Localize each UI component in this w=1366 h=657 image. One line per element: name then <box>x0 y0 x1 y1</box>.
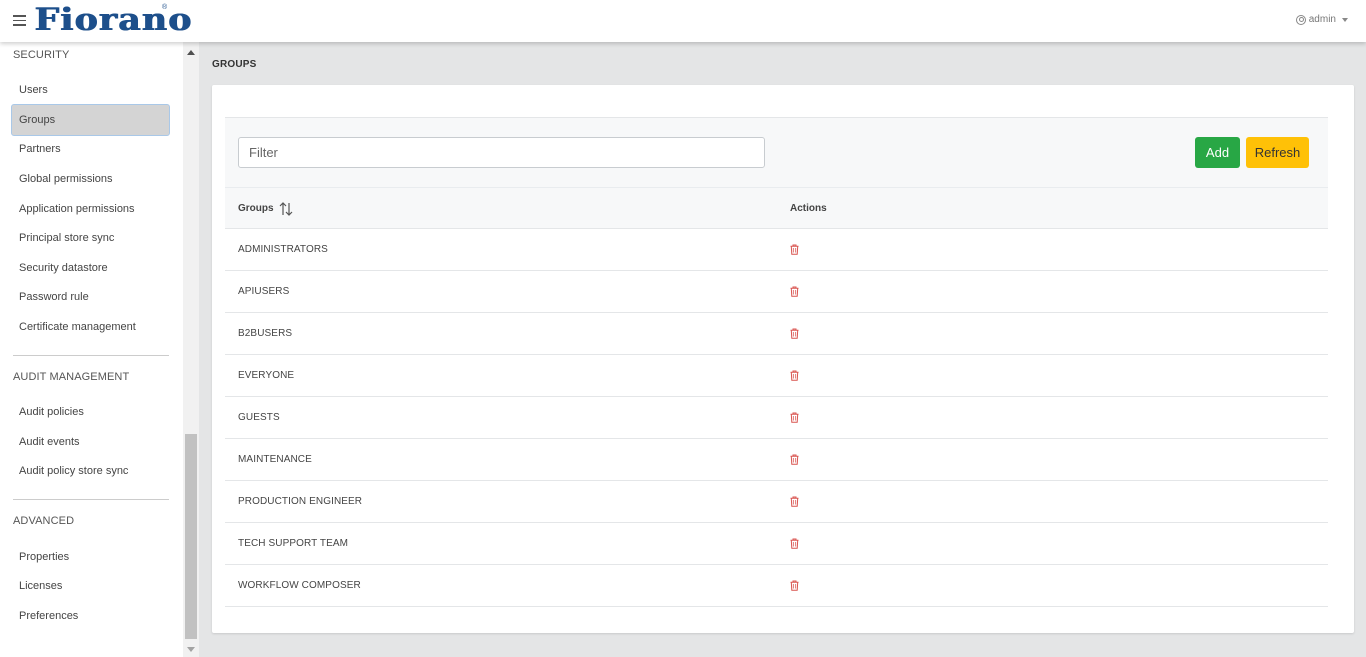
sidebar: SECURITY Users Groups Partners Global pe… <box>0 42 183 657</box>
user-menu[interactable]: admin <box>1295 14 1348 25</box>
section-title-security: SECURITY <box>13 49 70 61</box>
logo-text: Fiorano <box>34 2 193 38</box>
sidebar-item-partners[interactable]: Partners <box>11 133 170 165</box>
hamburger-menu-icon[interactable] <box>13 15 26 26</box>
table-row: MAINTENANCE <box>225 439 1328 481</box>
column-header-actions: Actions <box>790 203 827 214</box>
registered-mark: ® <box>162 4 168 11</box>
filter-input[interactable] <box>238 137 765 168</box>
scroll-down-arrow-icon[interactable] <box>187 647 195 652</box>
table-row: TECH SUPPORT TEAM <box>225 523 1328 565</box>
group-name-cell: WORKFLOW COMPOSER <box>238 580 361 591</box>
sidebar-divider <box>13 499 169 500</box>
table-row: WORKFLOW COMPOSER <box>225 565 1328 607</box>
trash-icon[interactable] <box>790 412 799 423</box>
table-header: Groups Actions <box>225 187 1328 229</box>
table-row: ADMINISTRATORS <box>225 229 1328 271</box>
scrollbar-thumb[interactable] <box>185 434 197 639</box>
sidebar-item-users[interactable]: Users <box>11 74 170 106</box>
sort-arrows-icon[interactable] <box>279 201 293 217</box>
fiorano-logo[interactable]: Fiorano <box>34 2 191 38</box>
group-name-cell: ADMINISTRATORS <box>238 244 328 255</box>
section-title-audit-management: AUDIT MANAGEMENT <box>13 371 130 383</box>
trash-icon[interactable] <box>790 370 799 381</box>
user-name: admin <box>1308 14 1336 25</box>
sidebar-item-audit-events[interactable]: Audit events <box>11 426 170 458</box>
group-name-cell: B2BUSERS <box>238 328 293 339</box>
sidebar-item-audit-policy-store-sync[interactable]: Audit policy store sync <box>11 455 170 487</box>
trash-icon[interactable] <box>790 538 799 549</box>
table-row: GUESTS <box>225 397 1328 439</box>
table-toolbar: Add Refresh <box>225 117 1328 187</box>
group-name-cell: PRODUCTION ENGINEER <box>238 496 363 507</box>
table-row: PRODUCTION ENGINEER <box>225 481 1328 523</box>
section-title-advanced: ADVANCED <box>13 515 75 527</box>
sidebar-divider <box>13 355 169 356</box>
group-name-cell: APIUSERS <box>238 286 290 297</box>
table-row: EVERYONE <box>225 355 1328 397</box>
trash-icon[interactable] <box>790 328 799 339</box>
sidebar-item-principal-store-sync[interactable]: Principal store sync <box>11 222 170 254</box>
refresh-button[interactable]: Refresh <box>1246 137 1309 168</box>
groups-table-body: ADMINISTRATORS APIUSERS B2BUSERS EVERYON… <box>225 229 1328 607</box>
trash-icon[interactable] <box>790 286 799 297</box>
sidebar-item-global-permissions[interactable]: Global permissions <box>11 163 170 195</box>
trash-icon[interactable] <box>790 496 799 507</box>
trash-icon[interactable] <box>790 454 799 465</box>
caret-down-icon <box>1342 17 1348 22</box>
sidebar-item-application-permissions[interactable]: Application permissions <box>11 193 170 225</box>
sidebar-item-properties[interactable]: Properties <box>11 541 170 573</box>
sidebar-item-password-rule[interactable]: Password rule <box>11 281 170 313</box>
user-circle-icon <box>1295 14 1306 25</box>
sidebar-item-preferences[interactable]: Preferences <box>11 600 170 632</box>
table-row: B2BUSERS <box>225 313 1328 355</box>
top-header: Fiorano ® admin <box>0 0 1366 42</box>
scroll-up-arrow-icon[interactable] <box>187 50 195 55</box>
groups-card: Add Refresh Groups Actions ADMINISTRATOR… <box>212 85 1354 633</box>
trash-icon[interactable] <box>790 580 799 591</box>
group-name-cell: GUESTS <box>238 412 280 423</box>
group-name-cell: TECH SUPPORT TEAM <box>238 538 349 549</box>
group-name-cell: MAINTENANCE <box>238 454 312 465</box>
sidebar-item-groups[interactable]: Groups <box>11 104 170 136</box>
sidebar-item-audit-policies[interactable]: Audit policies <box>11 396 170 428</box>
group-name-cell: EVERYONE <box>238 370 295 381</box>
sidebar-item-certificate-management[interactable]: Certificate management <box>11 311 170 343</box>
column-header-groups[interactable]: Groups <box>238 188 274 230</box>
sidebar-item-security-datastore[interactable]: Security datastore <box>11 252 170 284</box>
sidebar-item-licenses[interactable]: Licenses <box>11 570 170 602</box>
table-row: APIUSERS <box>225 271 1328 313</box>
sidebar-scrollbar[interactable] <box>183 42 199 657</box>
trash-icon[interactable] <box>790 244 799 255</box>
page-title: GROUPS <box>212 59 257 70</box>
add-button[interactable]: Add <box>1195 137 1240 168</box>
